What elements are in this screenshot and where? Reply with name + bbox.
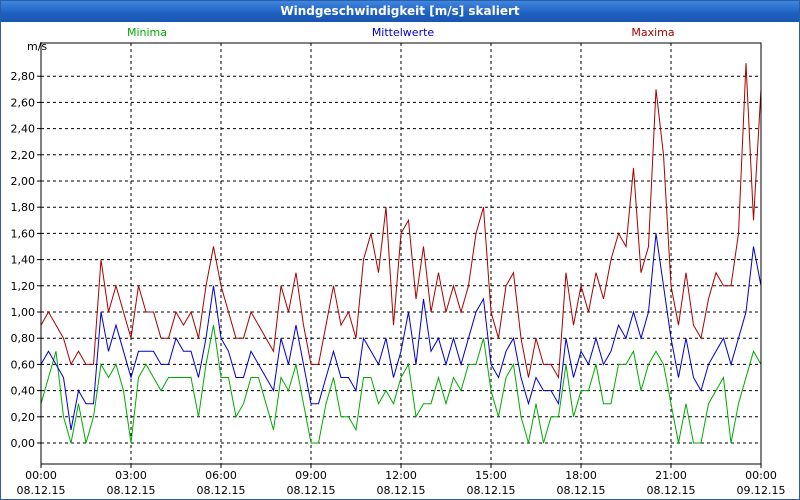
y-tick-label: 1,40 [11,254,36,267]
y-tick-label: 1,80 [11,201,36,214]
legend-minima: Minima [127,26,167,39]
y-tick-label: 1,20 [11,280,36,293]
x-tick-time: 09:00 [295,469,327,482]
x-tick-time: 15:00 [475,469,507,482]
x-tick-date: 08.12.15 [287,484,336,497]
x-tick-date: 08.12.15 [467,484,516,497]
x-tick-time: 12:00 [385,469,417,482]
window-title: Windgeschwindigkeit [m/s] skaliert [1,1,799,22]
x-tick-date: 08.12.15 [647,484,696,497]
y-tick-label: 2,00 [11,175,36,188]
x-tick-time: 21:00 [655,469,687,482]
legend-maxima: Maxima [631,26,674,39]
y-tick-label: 2,60 [11,96,36,109]
x-tick-date: 09.12.15 [737,484,786,497]
legend-mittelwerte: Mittelwerte [372,26,435,39]
x-tick-date: 08.12.15 [197,484,246,497]
y-tick-label: 0,20 [11,411,36,424]
x-tick-date: 08.12.15 [107,484,156,497]
x-tick-time: 18:00 [565,469,597,482]
x-tick-time: 00:00 [25,469,57,482]
x-tick-date: 08.12.15 [17,484,66,497]
x-tick-time: 00:00 [745,469,777,482]
y-tick-label: 2,20 [11,149,36,162]
y-tick-label: 1,60 [11,227,36,240]
y-tick-label: 2,40 [11,123,36,136]
series-line-minima [40,325,762,444]
x-tick-date: 08.12.15 [557,484,606,497]
x-tick-date: 08.12.15 [377,484,426,497]
y-tick-label: 0,00 [11,437,36,450]
y-tick-label: 2,80 [11,70,36,83]
y-axis-label: m/s [27,40,47,53]
x-tick-time: 03:00 [115,469,147,482]
y-tick-label: 1,00 [11,306,36,319]
line-chart: m/s Minima Mittelwerte Maxima 0,00 0,20 0,… [11,26,786,497]
y-tick-label: 0,40 [11,385,36,398]
y-tick-label: 0,80 [11,332,36,345]
y-tick-label: 0,60 [11,358,36,371]
x-tick-time: 06:00 [205,469,237,482]
chart-window: Windgeschwindigkeit [m/s] skaliert m/s M… [0,0,800,500]
